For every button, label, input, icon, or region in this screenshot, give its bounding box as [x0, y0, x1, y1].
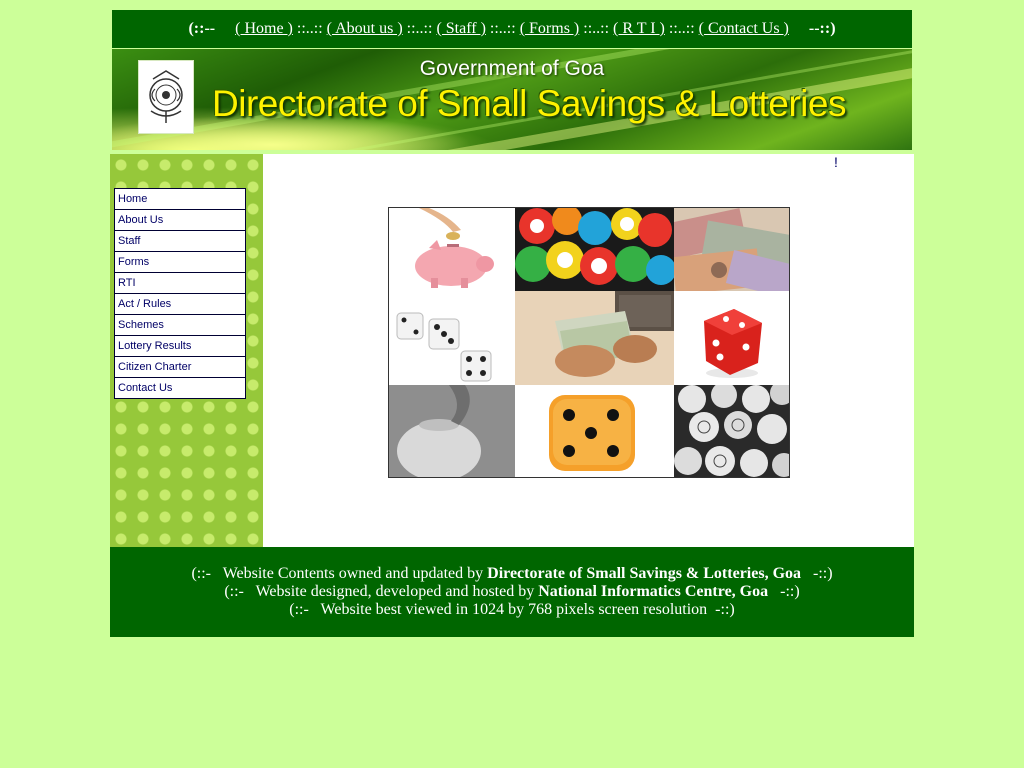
- footer-text: (::- Website designed, developed and hos…: [224, 583, 539, 600]
- footer-text: -::): [801, 565, 833, 582]
- nav-right-cap: --::): [808, 20, 836, 37]
- sidebar-item-about-us[interactable]: About Us: [115, 210, 245, 231]
- footer-host-name: National Informatics Centre, Goa: [538, 583, 769, 600]
- image-collage: [388, 207, 790, 478]
- sidebar-item-contact-us[interactable]: Contact Us: [115, 378, 245, 398]
- sidebar-item-rti[interactable]: RTI: [115, 273, 245, 294]
- footer-text: -::): [707, 601, 735, 618]
- sidebar-item-staff[interactable]: Staff: [115, 231, 245, 252]
- sidebar-item-act-rules[interactable]: Act / Rules: [115, 294, 245, 315]
- bingo-balls-icon: [674, 385, 789, 477]
- sidebar-item-lottery-results[interactable]: Lottery Results: [115, 336, 245, 357]
- nav-separator: ::..::: [402, 20, 437, 37]
- marquee-text: !: [834, 154, 838, 170]
- nav-link-contact-us[interactable]: ( Contact Us ): [699, 20, 789, 38]
- footer: (::- Website Contents owned and updated …: [110, 547, 914, 637]
- nav-separator: ::..::: [292, 20, 327, 37]
- nav-link-rti[interactable]: ( R T I ): [613, 20, 665, 38]
- nav-link-staff[interactable]: ( Staff ): [436, 20, 485, 38]
- savings-jar-icon: [389, 385, 515, 477]
- side-menu: Home About Us Staff Forms RTI Act / Rule…: [114, 188, 246, 399]
- top-nav-bar: (::-- ( Home ) ::..:: ( About us ) ::..:…: [112, 10, 912, 48]
- sidebar-item-home[interactable]: Home: [115, 189, 245, 210]
- rupee-notes-icon: [674, 208, 789, 291]
- nav-link-home[interactable]: ( Home ): [235, 20, 293, 38]
- lottery-balls-icon: [515, 208, 674, 291]
- banner-subtitle: Government of Goa: [419, 57, 605, 80]
- nav-separator: ::..::: [485, 20, 520, 37]
- footer-line-hosting: (::- Website designed, developed and hos…: [110, 583, 914, 601]
- left-sidebar: Home About Us Staff Forms RTI Act / Rule…: [110, 154, 263, 547]
- nav-link-forms[interactable]: ( Forms ): [520, 20, 580, 38]
- header-banner: Government of Goa Directorate of Small S…: [112, 49, 912, 150]
- footer-text: (::- Website Contents owned and updated …: [191, 565, 488, 582]
- main-content: !: [263, 154, 914, 547]
- nav-link-about-us[interactable]: ( About us ): [327, 20, 403, 38]
- orange-die-icon: [515, 385, 674, 477]
- footer-line-resolution: (::- Website best viewed in 1024 by 768 …: [110, 601, 914, 619]
- footer-text: -::): [768, 583, 800, 600]
- banner-title: Directorate of Small Savings & Lotteries: [212, 83, 846, 124]
- footer-text: (::- Website best viewed in 1024 by 768 …: [289, 601, 708, 618]
- footer-line-ownership: (::- Website Contents owned and updated …: [110, 565, 914, 583]
- counting-money-icon: [515, 291, 674, 385]
- sidebar-item-citizen-charter[interactable]: Citizen Charter: [115, 357, 245, 378]
- nav-left-cap: (::--: [188, 20, 216, 37]
- piggy-bank-icon: [389, 208, 515, 291]
- nav-separator: ::..::: [664, 20, 699, 37]
- footer-owner-name: Directorate of Small Savings & Lotteries…: [487, 565, 802, 582]
- white-dice-icon: [389, 291, 515, 385]
- sidebar-item-forms[interactable]: Forms: [115, 252, 245, 273]
- nav-separator: ::..::: [579, 20, 614, 37]
- red-die-icon: [674, 291, 789, 385]
- sidebar-item-schemes[interactable]: Schemes: [115, 315, 245, 336]
